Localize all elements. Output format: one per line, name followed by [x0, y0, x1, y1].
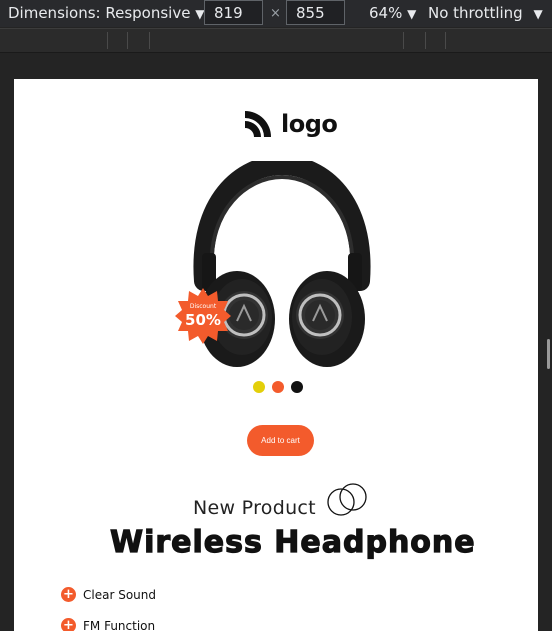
height-input[interactable]: 855	[286, 0, 345, 25]
badge-top-text: Discount	[190, 303, 217, 310]
times-icon: ×	[270, 6, 281, 21]
zoom-dropdown[interactable]: 64% ▼	[369, 4, 416, 22]
add-to-cart-button[interactable]: Add to cart	[247, 425, 314, 456]
new-product-label: New Product	[193, 497, 316, 519]
color-swatch-black[interactable]	[291, 381, 303, 393]
feature-item: + FM Function	[61, 618, 155, 631]
width-input[interactable]: 819	[204, 0, 263, 25]
rss-logo-icon	[245, 111, 271, 137]
color-swatch-orange[interactable]	[272, 381, 284, 393]
dimensions-label: Dimensions: Responsive	[8, 4, 191, 22]
product-title: Wireless Headphone	[109, 524, 476, 560]
feature-label: Clear Sound	[83, 587, 156, 602]
zoom-label: 64%	[369, 4, 403, 22]
throttling-label: No throttling	[428, 4, 523, 22]
media-query-marker	[403, 32, 404, 49]
scrollbar-thumb[interactable]	[547, 339, 550, 369]
color-swatch-yellow[interactable]	[253, 381, 265, 393]
rings-icon	[327, 483, 367, 516]
media-query-marker	[425, 32, 426, 49]
device-toolbar: Dimensions: Responsive ▼ 819 × 855 64% ▼…	[0, 0, 552, 27]
badge-value-text: 50%	[185, 311, 221, 329]
logo-text: logo	[281, 110, 338, 138]
emulated-viewport: logo Discount 50% Add to cart New Produc…	[14, 79, 538, 631]
site-logo[interactable]: logo	[243, 109, 338, 139]
media-query-marker	[445, 32, 446, 49]
dimensions-dropdown[interactable]: Dimensions: Responsive ▼	[8, 4, 204, 22]
color-swatches	[253, 381, 303, 393]
feature-label: FM Function	[83, 618, 156, 631]
media-query-marker	[127, 32, 128, 49]
plus-icon: +	[61, 618, 76, 631]
discount-badge: Discount 50%	[175, 288, 231, 344]
media-query-bar[interactable]	[0, 28, 552, 53]
zoom-caret-icon: ▼	[407, 7, 417, 21]
throttling-caret-icon: ▼	[533, 7, 543, 21]
feature-item: + Clear Sound	[61, 587, 156, 602]
media-query-marker	[107, 32, 108, 49]
throttling-dropdown[interactable]: No throttling ▼	[428, 4, 543, 22]
plus-icon: +	[61, 587, 76, 602]
media-query-marker	[149, 32, 150, 49]
